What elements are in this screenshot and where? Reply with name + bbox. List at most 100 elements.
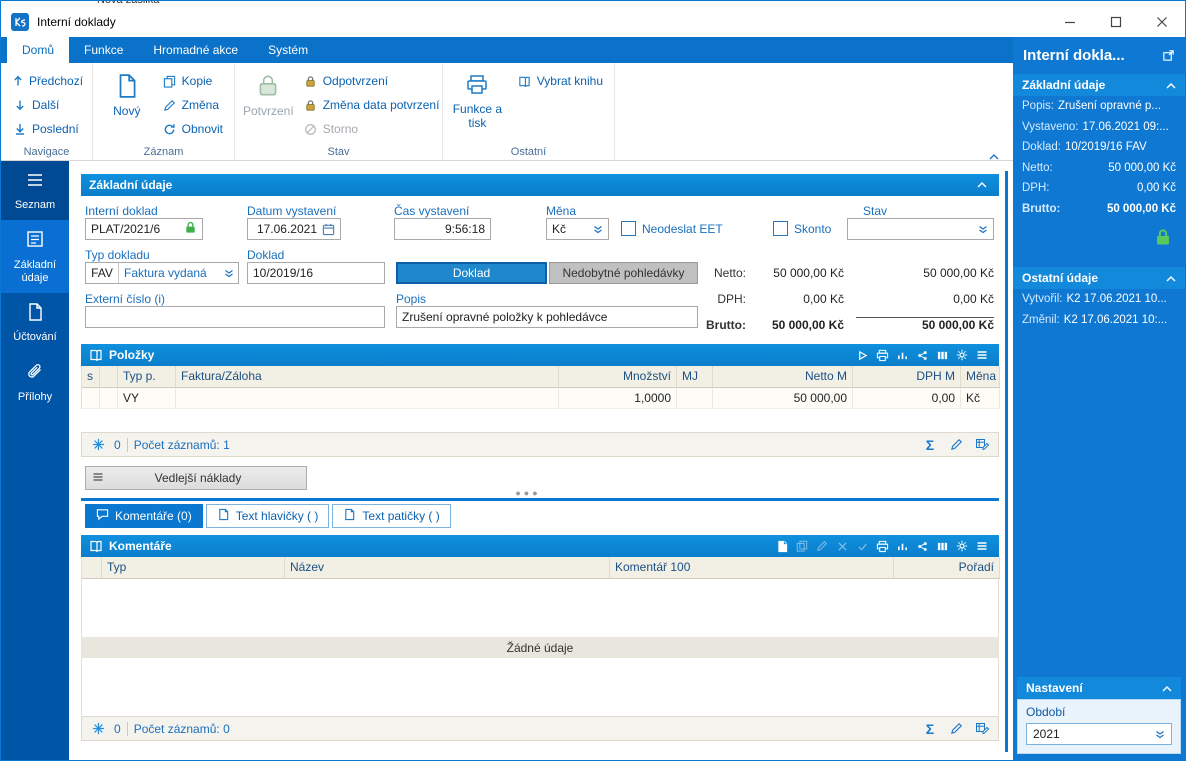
edit-pencil-icon[interactable] [946,438,966,451]
settings-gear-icon[interactable] [953,346,971,364]
zmena-data-potvrzeni-button[interactable]: Změna data potvrzení [300,93,443,117]
obdobi-combo[interactable]: 2021 [1026,723,1172,745]
splitter-handle[interactable]: ●●● [69,489,987,497]
tab-hromadne-akce[interactable]: Hromadné akce [138,37,253,63]
tab-system[interactable]: Systém [253,37,323,63]
minimize-button[interactable] [1047,7,1093,37]
share-nodes-icon[interactable] [913,537,931,555]
columns-icon[interactable] [933,346,951,364]
open-external-icon[interactable] [1159,46,1177,64]
funkce-a-tisk-button[interactable]: Funkce a tisk [451,69,504,142]
section-header-nastaveni[interactable]: Nastavení [1017,677,1181,699]
col-header-mj[interactable]: MJ [677,366,713,388]
col-header-poradi[interactable]: Pořadí [894,557,1000,579]
collapse-chevron-icon[interactable] [1166,271,1176,285]
edit-pencil-icon[interactable] [813,537,831,555]
doklad-button[interactable]: Doklad [396,262,547,284]
print-icon[interactable] [873,346,891,364]
col-header-blank[interactable] [82,557,102,579]
sidebar-item-uctovani[interactable]: Účtování [1,293,69,352]
sidebar-item-seznam[interactable]: Seznam [1,161,69,220]
chevron-down-icon[interactable] [593,225,603,234]
ribbon-collapse-button[interactable] [989,149,999,163]
skonto-checkbox[interactable]: Skonto [773,221,831,236]
columns-icon[interactable] [933,537,951,555]
copy-icon[interactable] [793,537,811,555]
datum-vystaveni-field[interactable]: 17.06.2021 [247,218,341,240]
col-header-typ[interactable]: Typ [102,557,285,579]
collapse-chevron-icon[interactable] [1166,78,1176,92]
posledni-button[interactable]: Poslední [9,117,84,141]
storno-button[interactable]: Storno [300,117,443,141]
tab-text-paticky[interactable]: Text patičky ( ) [332,504,450,528]
odpotvrzeni-button[interactable]: Odpotvrzení [300,69,443,93]
share-nodes-icon[interactable] [913,346,931,364]
grid-edit-icon[interactable] [972,438,992,452]
close-button[interactable] [1139,7,1185,37]
mena-combo[interactable]: Kč [546,218,609,240]
novy-button[interactable]: Nový [101,69,153,142]
delete-icon[interactable] [833,537,851,555]
obnovit-button[interactable]: Obnovit [159,117,226,141]
horizontal-splitter[interactable] [81,498,999,501]
chart-icon[interactable] [893,346,911,364]
vybrat-knihu-button[interactable]: Vybrat knihu [514,69,606,93]
zmena-button[interactable]: Změna [159,93,226,117]
col-header-typ-p[interactable]: Typ p. [118,366,176,388]
neodeslat-eet-checkbox[interactable]: Neodeslat EET [621,221,723,236]
settings-gear-icon[interactable] [953,537,971,555]
chevron-down-icon[interactable] [978,225,988,234]
col-header-komentar[interactable]: Komentář 100 [610,557,894,579]
doklad-field[interactable]: 10/2019/16 [247,262,385,284]
stav-combo[interactable] [847,218,994,240]
section-header-zakladni-udaje[interactable]: Základní údaje [1013,74,1185,96]
section-header-ostatni-udaje[interactable]: Ostatní údaje [1013,267,1185,289]
tab-komentare[interactable]: Komentáře (0) [85,504,203,528]
col-header-dph-m[interactable]: DPH M [853,366,961,388]
snowflake-icon[interactable] [88,438,108,451]
predchozi-button[interactable]: Předchozí [9,69,84,93]
run-icon[interactable] [853,346,871,364]
col-header-nazev[interactable]: Název [285,557,610,579]
chart-icon[interactable] [893,537,911,555]
vertical-splitter[interactable] [1005,171,1008,752]
grid-edit-icon[interactable] [972,722,992,736]
col-header-icon[interactable] [100,366,118,388]
col-header-s[interactable]: s [82,366,100,388]
check-icon[interactable] [853,537,871,555]
nedobytne-pohledavky-button[interactable]: Nedobytné pohledávky [549,262,698,284]
print-icon[interactable] [873,537,891,555]
col-header-mnozstvi[interactable]: Množství [559,366,677,388]
tab-funkce[interactable]: Funkce [69,37,138,63]
collapse-chevron-icon[interactable] [973,176,991,194]
chevron-down-icon[interactable] [1155,730,1165,739]
col-header-netto-m[interactable]: Netto M [713,366,853,388]
dalsi-button[interactable]: Další [9,93,84,117]
col-header-faktura-zaloha[interactable]: Faktura/Záloha [176,366,559,388]
tab-text-hlavicky[interactable]: Text hlavičky ( ) [206,504,330,528]
typ-dokladu-combo[interactable]: FAV Faktura vydaná [85,262,239,284]
collapse-chevron-icon[interactable] [1162,681,1172,695]
checkbox-icon[interactable] [621,221,636,236]
vedlejsi-naklady-button[interactable]: Vedlejší náklady [85,466,307,490]
tab-domu[interactable]: Domů [7,37,69,63]
interni-doklad-field[interactable]: PLAT/2021/6 [85,218,203,240]
table-row[interactable]: VY 1,0000 50 000,00 0,00 Kč [81,388,999,409]
col-header-mena[interactable]: Měna [961,366,1000,388]
checkbox-icon[interactable] [773,221,788,236]
sum-icon[interactable]: Σ [920,437,940,453]
kopie-button[interactable]: Kopie [159,69,226,93]
sum-icon[interactable]: Σ [920,721,940,737]
cas-vystaveni-field[interactable]: 9:56:18 [394,218,491,240]
edit-pencil-icon[interactable] [946,722,966,735]
calendar-icon[interactable] [322,223,335,236]
snowflake-icon[interactable] [88,722,108,735]
externi-cislo-field[interactable] [85,306,385,328]
potvrzeni-button[interactable]: Potvrzení [243,69,294,142]
new-document-icon[interactable] [773,537,791,555]
menu-icon[interactable] [973,346,991,364]
popis-field[interactable]: Zrušení opravné položky k pohledávce [396,306,698,328]
chevron-down-icon[interactable] [224,269,234,278]
menu-icon[interactable] [973,537,991,555]
sidebar-item-zakladni-udaje[interactable]: Základní údaje [1,220,69,293]
